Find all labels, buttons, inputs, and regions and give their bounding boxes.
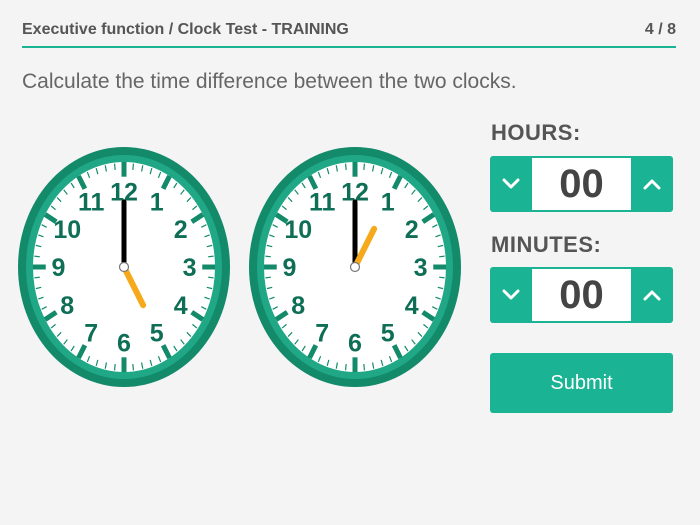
clock-right: 12 1 2 3 4 5 6 7 8 9 10 11 [248, 146, 462, 388]
test-title: Executive function / Clock Test - TRAINI… [22, 21, 349, 38]
clock-number: 1 [381, 189, 395, 217]
minute-tick [113, 163, 116, 170]
minute-tick [132, 163, 135, 170]
instruction-text: Calculate the time difference between th… [22, 70, 517, 93]
minute-tick [265, 255, 271, 258]
progress-counter: 4 / 8 [644, 21, 676, 38]
minute-tick [265, 276, 271, 279]
clock-number: 2 [405, 216, 419, 244]
clock-center-pin [349, 261, 361, 273]
clock-number: 8 [60, 292, 74, 320]
clock-number: 11 [78, 189, 105, 217]
clock-number: 5 [150, 319, 164, 347]
minute-tick [208, 276, 214, 279]
minute-tick [344, 364, 347, 371]
clock-number: 2 [174, 216, 188, 244]
clock-number: 4 [405, 292, 419, 320]
minute-tick [439, 276, 445, 279]
minute-tick [344, 163, 347, 170]
clock-number: 5 [381, 319, 395, 347]
minutes-label: MINUTES: [491, 232, 602, 257]
clock-number: 7 [315, 319, 329, 347]
clock-face-svg: 12 1234567891011 [249, 147, 461, 387]
minute-tick [439, 255, 445, 258]
clock-number: 6 [117, 330, 131, 358]
clock-number: 7 [84, 319, 98, 347]
clock-left: 12 1 2 3 4 5 6 7 8 9 10 11 [17, 146, 231, 388]
clock-number: 10 [53, 216, 81, 244]
clock-number: 3 [183, 254, 197, 282]
clock-number: 4 [174, 292, 188, 320]
hours-decrease-button[interactable] [490, 156, 532, 212]
header-bar: Executive function / Clock Test - TRAINI… [22, 0, 676, 48]
chevron-up-icon [643, 290, 661, 301]
minutes-value[interactable]: 00 [532, 267, 631, 323]
minute-tick [208, 255, 214, 258]
chevron-down-icon [502, 289, 520, 300]
clock-number: 8 [291, 292, 305, 320]
hours-value[interactable]: 00 [532, 156, 631, 212]
clock-number: 1 [150, 189, 164, 217]
minute-tick [132, 364, 135, 371]
clock-center-pin [118, 261, 130, 273]
clock-number: 6 [348, 330, 362, 358]
minutes-stepper: 00 [490, 267, 673, 323]
minute-tick [363, 364, 366, 371]
clock-number: 11 [309, 189, 336, 217]
hours-increase-button[interactable] [631, 156, 673, 212]
chevron-down-icon [502, 178, 520, 189]
hours-stepper: 00 [490, 156, 673, 212]
clock-number: 3 [414, 254, 428, 282]
clock-number: 9 [52, 254, 66, 282]
minute-tick [113, 364, 116, 371]
hours-label: HOURS: [491, 120, 581, 145]
chevron-up-icon [643, 179, 661, 190]
minutes-increase-button[interactable] [631, 267, 673, 323]
clock-face-svg: 12 1234567891011 [18, 147, 230, 387]
clock-number: 9 [283, 254, 297, 282]
minute-tick [363, 163, 366, 170]
minutes-decrease-button[interactable] [490, 267, 532, 323]
submit-button[interactable]: Submit [490, 353, 673, 413]
minute-tick [34, 276, 40, 279]
minute-tick [34, 255, 40, 258]
clock-number: 10 [284, 216, 312, 244]
